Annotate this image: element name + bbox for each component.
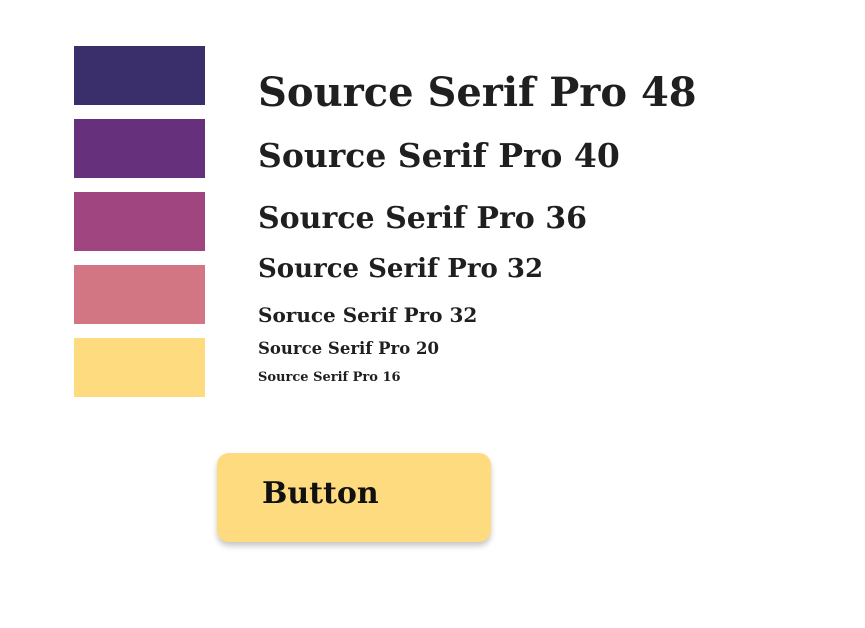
type-sample-32: Source Serif Pro 32 [258,254,544,284]
primary-button[interactable]: Button [217,453,491,542]
type-sample-32-alt: Soruce Serif Pro 32 [258,303,478,327]
type-sample-20: Source Serif Pro 20 [258,339,439,358]
type-sample-40: Source Serif Pro 40 [258,136,620,175]
button-label: Button [262,476,379,511]
type-sample-48: Source Serif Pro 48 [258,69,697,116]
type-sample-16: Source Serif Pro 16 [258,370,401,385]
color-swatch-2 [74,119,205,178]
color-swatch-4 [74,265,205,324]
color-swatch-3 [74,192,205,251]
color-swatch-1 [74,46,205,105]
type-sample-36: Source Serif Pro 36 [258,201,587,236]
color-swatch-5 [74,338,205,397]
